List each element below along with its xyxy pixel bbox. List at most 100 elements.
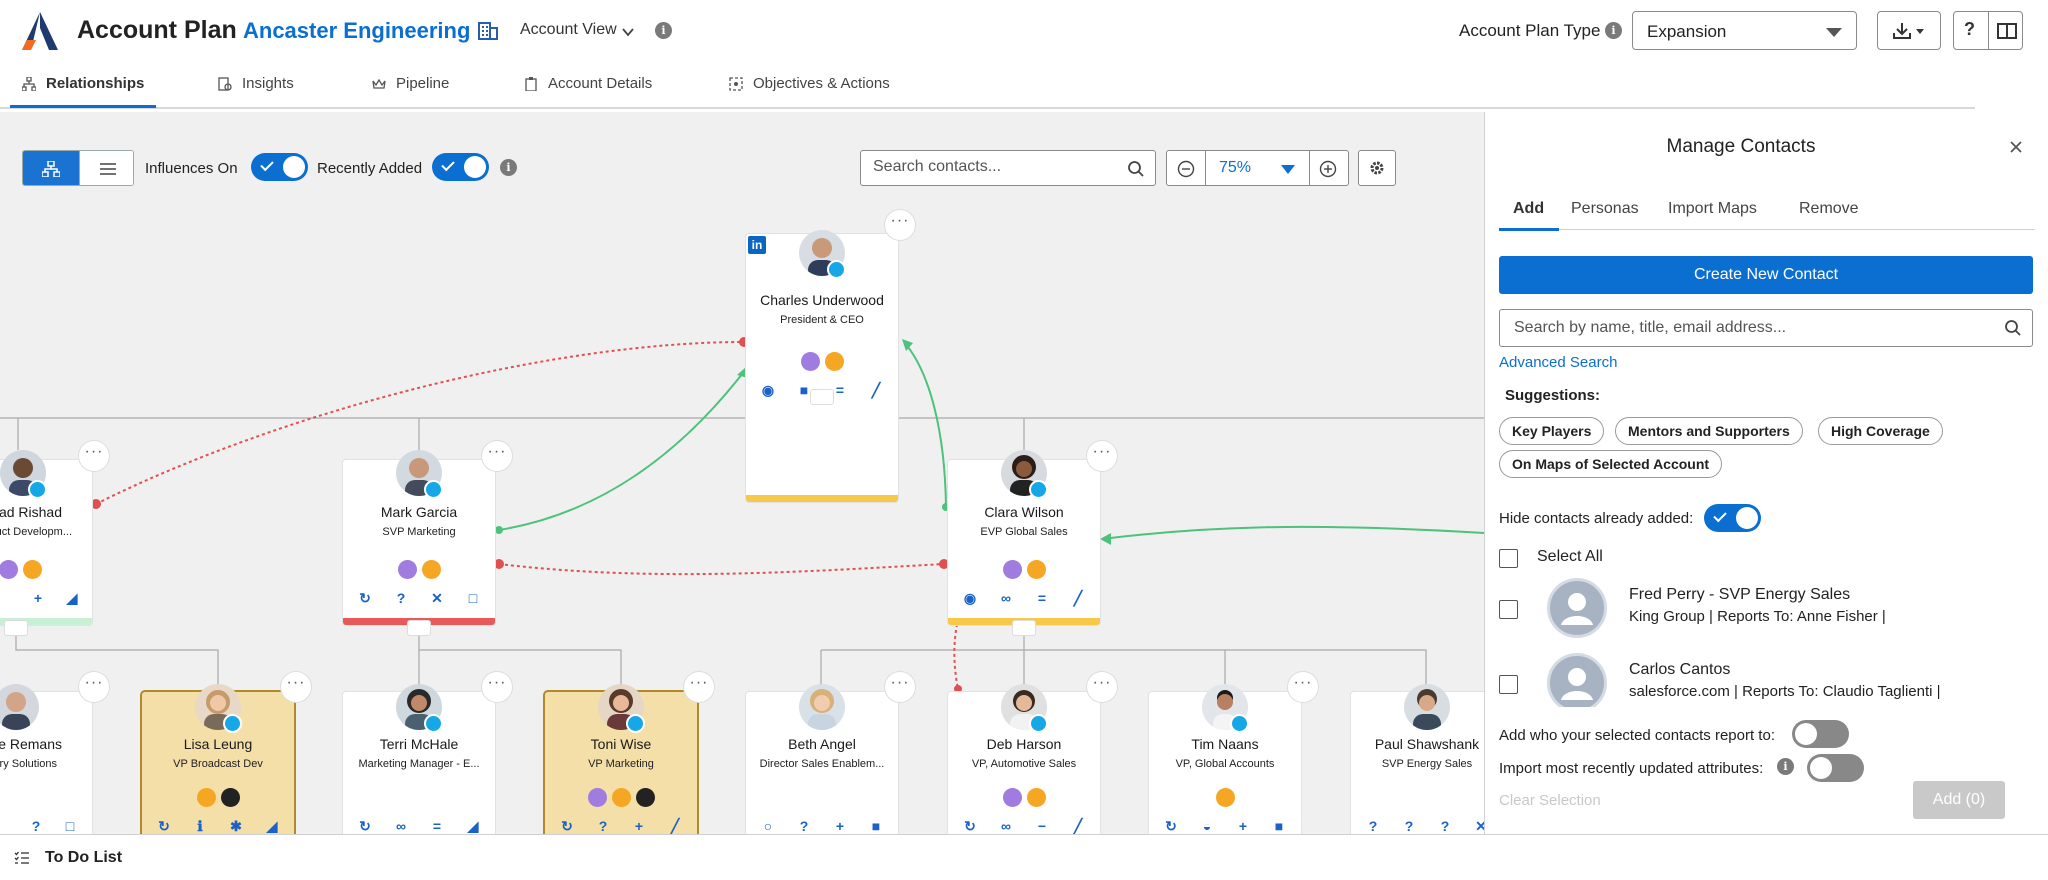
org-chart-canvas[interactable]: Influences On Recently Added i 75% in Ch… (0, 112, 1484, 834)
question-action-icon[interactable]: ? (26, 816, 46, 834)
more-options-icon[interactable]: ··· (1288, 672, 1318, 702)
more-options-icon[interactable]: ··· (684, 672, 714, 702)
tab-personas[interactable]: Personas (1571, 200, 1639, 218)
contact-card-rishad[interactable]: ad Rishad uct Developm... + ◢ (0, 450, 92, 625)
result-row[interactable]: Carlos Cantos salesforce.com | Reports T… (1499, 649, 2033, 707)
chip-key-players[interactable]: Key Players (1499, 417, 1605, 445)
circle-action-icon[interactable]: ○ (758, 816, 778, 834)
equals-action-icon[interactable]: = (427, 816, 447, 834)
search-icon[interactable] (1127, 160, 1145, 178)
question-action-icon[interactable]: ? (794, 816, 814, 834)
collapse-icon[interactable] (5, 621, 27, 635)
tab-insights[interactable]: Insights (218, 75, 294, 92)
question-action-icon[interactable]: ? (593, 816, 613, 834)
info-icon[interactable]: i (655, 22, 672, 39)
handshake-action-icon[interactable]: ∞ (391, 816, 411, 834)
tab-import-maps[interactable]: Import Maps (1668, 200, 1757, 218)
account-view-dropdown[interactable]: Account View (520, 21, 617, 39)
help-guide-group[interactable]: ? (1953, 11, 2023, 50)
linkedin-icon[interactable]: in (748, 236, 766, 254)
tab-pipeline[interactable]: Pipeline (372, 75, 449, 92)
search-icon[interactable] (2004, 319, 2022, 337)
tab-objectives-actions[interactable]: Objectives & Actions (729, 75, 890, 92)
book-icon[interactable] (1997, 22, 2017, 40)
contact-card-clara-wilson[interactable]: Clara Wilson EVP Global Sales ◉ ∞ = ╱ (948, 450, 1100, 625)
cycle-action-icon[interactable]: ↻ (154, 816, 174, 834)
list-view-button[interactable] (79, 151, 133, 185)
account-name[interactable]: Ancaster Engineering (243, 18, 470, 44)
settings-button[interactable] (1358, 150, 1396, 186)
close-action-icon[interactable]: ✕ (427, 588, 447, 608)
contact-card-charles-underwood[interactable]: in Charles Underwood President & CEO ◉ ■ =… (746, 230, 898, 502)
chip-high-coverage[interactable]: High Coverage (1818, 417, 1943, 445)
contact-card-mark-garcia[interactable]: Mark Garcia SVP Marketing ↻? ✕ □ (343, 450, 495, 625)
close-action-icon[interactable]: ✕ (1471, 816, 1484, 834)
contact-card-terri-mchale[interactable]: Terri McHale Marketing Manager - E... ↻ ∞… (343, 684, 495, 834)
target-action-icon[interactable]: ◉ (960, 588, 980, 608)
clear-selection-button[interactable]: Clear Selection (1499, 792, 1601, 809)
org-chart-view-button[interactable] (23, 151, 79, 185)
target-action-icon[interactable]: ◉ (758, 380, 778, 400)
help-icon[interactable]: ? (1964, 19, 1975, 40)
contact-card-remans[interactable]: e Remans stry Solutions ? □ (0, 684, 92, 834)
question-action-icon[interactable]: ? (1435, 816, 1455, 834)
more-options-icon[interactable]: ··· (482, 441, 512, 471)
question-action-icon[interactable]: ? (391, 588, 411, 608)
info-icon[interactable]: i (1605, 22, 1622, 39)
tab-add[interactable]: Add (1513, 200, 1544, 218)
contact-card-toni-wise[interactable]: Toni Wise VP Marketing ↻? + ╱ (545, 684, 697, 834)
contact-card-paul-shawshank[interactable]: Paul Shawshank SVP Energy Sales ??? ✕ (1351, 684, 1484, 834)
create-new-contact-button[interactable]: Create New Contact (1499, 256, 2033, 294)
cycle-action-icon[interactable]: ↻ (355, 588, 375, 608)
equals-action-icon[interactable]: = (1032, 588, 1052, 608)
plan-type-select[interactable]: Expansion (1632, 11, 1857, 50)
pencil-action-icon[interactable]: ╱ (866, 380, 886, 400)
cycle-action-icon[interactable]: ↻ (557, 816, 577, 834)
collapse-icon[interactable] (1013, 621, 1035, 635)
more-options-icon[interactable]: ··· (885, 672, 915, 702)
minus-action-icon[interactable]: − (1032, 816, 1052, 834)
cycle-action-icon[interactable]: ↻ (355, 816, 375, 834)
triangle-action-icon[interactable]: ◢ (62, 588, 82, 608)
more-options-icon[interactable]: ··· (482, 672, 512, 702)
pencil-action-icon[interactable]: ╱ (1068, 588, 1088, 608)
tab-remove[interactable]: Remove (1799, 200, 1859, 218)
add-contacts-button[interactable]: Add (0) (1913, 781, 2005, 819)
more-options-icon[interactable]: ··· (1087, 441, 1117, 471)
info-icon[interactable]: i (1777, 758, 1794, 775)
chip-on-maps[interactable]: On Maps of Selected Account (1499, 450, 1723, 478)
import-attributes-toggle[interactable] (1807, 754, 1864, 782)
pencil-action-icon[interactable]: ╱ (665, 816, 685, 834)
square-filled-action-icon[interactable]: ■ (1269, 816, 1289, 834)
triangle-action-icon[interactable]: ◢ (262, 816, 282, 834)
person-action-icon[interactable]: ℹ (190, 816, 210, 834)
report-to-toggle[interactable] (1792, 720, 1849, 748)
collapse-icon[interactable] (408, 621, 430, 635)
panel-search-box[interactable] (1499, 309, 2033, 347)
todo-list-bar[interactable]: To Do List (0, 834, 2048, 880)
contact-card-lisa-leung[interactable]: Lisa Leung VP Broadcast Dev ↻ ℹ ✱ ◢ (142, 684, 294, 834)
close-icon[interactable] (2005, 136, 2027, 158)
cycle-action-icon[interactable]: ↻ (960, 816, 980, 834)
info-icon[interactable]: i (500, 159, 517, 176)
handshake-action-icon[interactable]: ∞ (996, 588, 1016, 608)
row-checkbox[interactable] (1499, 675, 1518, 694)
advanced-search-link[interactable]: Advanced Search (1499, 354, 1617, 371)
equals-action-icon[interactable]: = (830, 380, 850, 400)
contact-search-input[interactable] (873, 158, 1113, 176)
square-action-icon[interactable]: □ (463, 588, 483, 608)
influences-on-toggle[interactable] (251, 153, 308, 181)
chip-mentors-supporters[interactable]: Mentors and Supporters (1615, 417, 1803, 445)
zoom-level[interactable]: 75% (1219, 159, 1251, 177)
handshake-action-icon[interactable]: ∞ (996, 816, 1016, 834)
plus-action-icon[interactable]: + (1233, 816, 1253, 834)
person-action-icon[interactable]: ◒ (1197, 816, 1217, 834)
recently-added-toggle[interactable] (432, 153, 489, 181)
tab-account-details[interactable]: Account Details (524, 75, 652, 92)
more-options-icon[interactable]: ··· (885, 210, 915, 240)
collapse-icon[interactable] (811, 390, 833, 404)
zoom-dropdown-icon[interactable] (1281, 165, 1295, 174)
contact-card-beth-angel[interactable]: Beth Angel Director Sales Enablem... ○? +… (746, 684, 898, 834)
hide-contacts-toggle[interactable] (1704, 504, 1761, 532)
more-options-icon[interactable]: ··· (79, 672, 109, 702)
